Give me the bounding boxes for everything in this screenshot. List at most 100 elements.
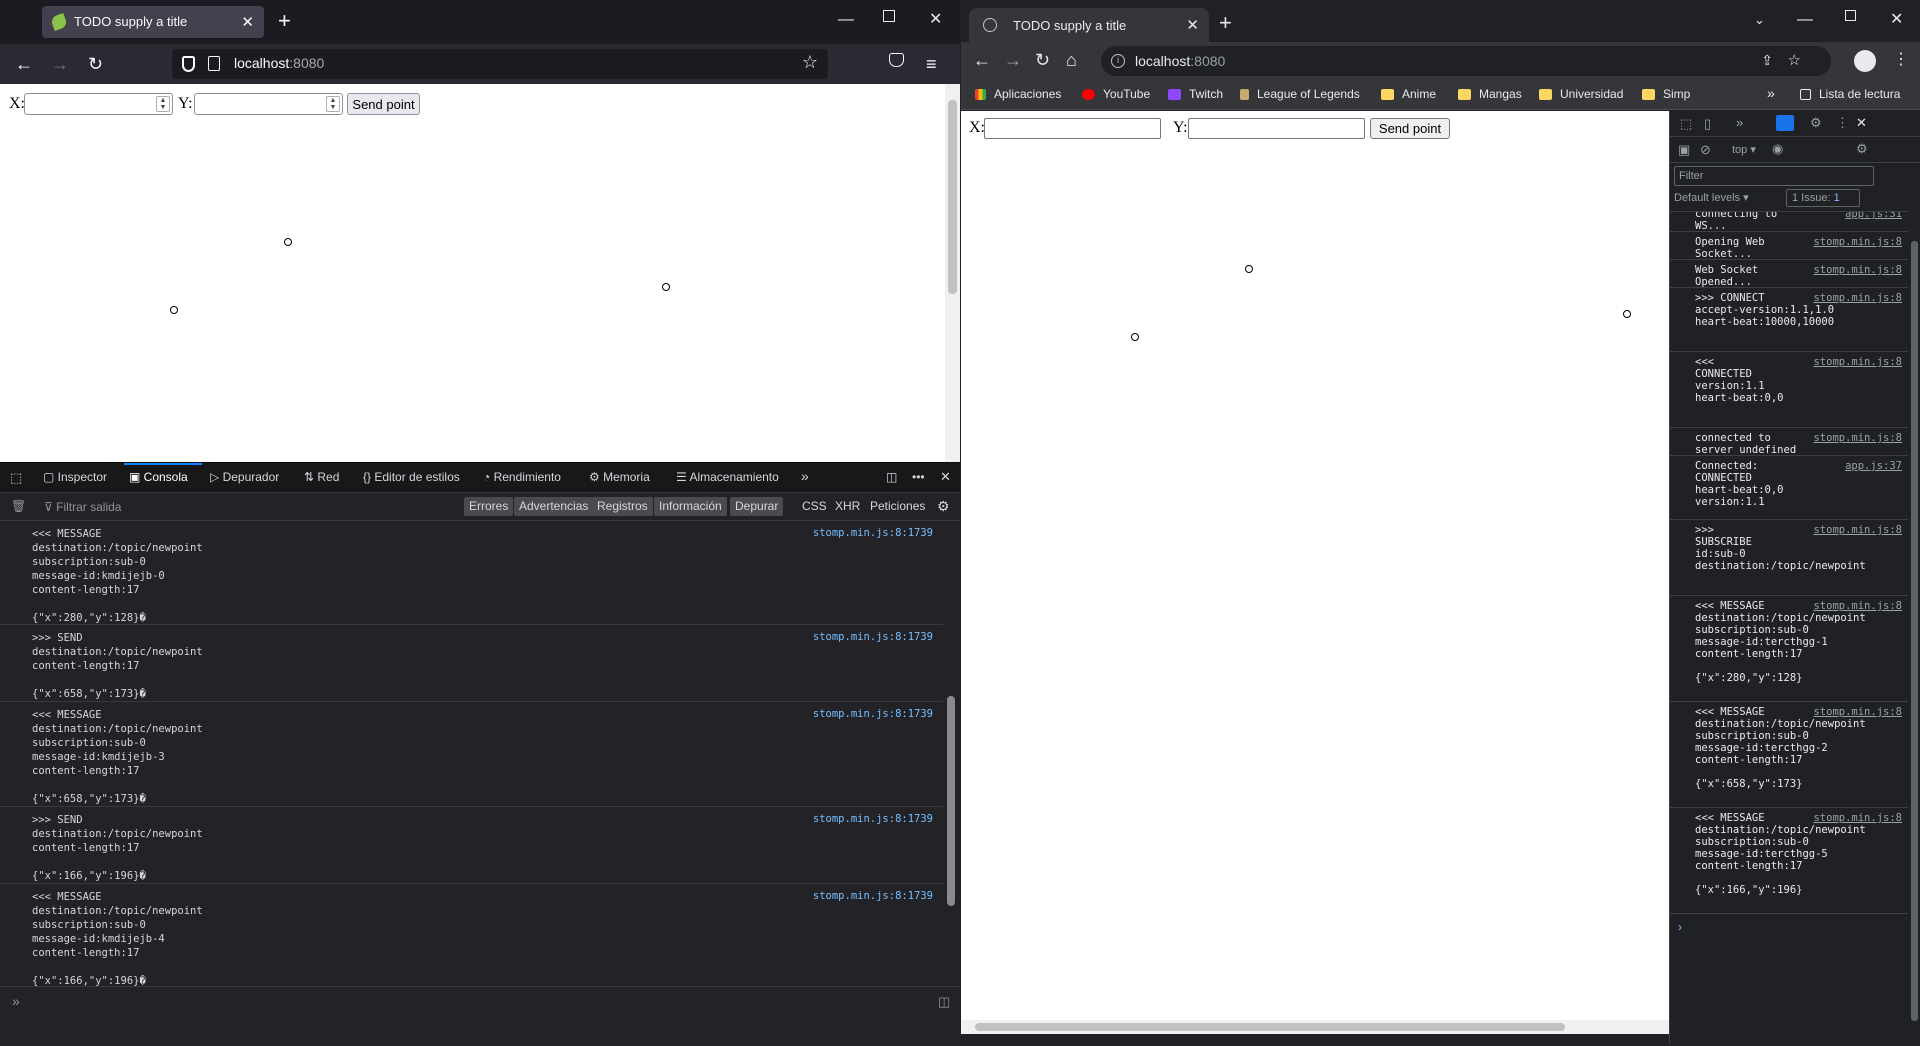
filter-xhr-button[interactable]: XHR <box>830 497 865 516</box>
tab-memory[interactable]: ⚙ Memoria <box>589 470 650 484</box>
chrome-menu-icon[interactable]: ⋮ <box>1893 49 1909 71</box>
log-source-link[interactable]: stomp.min.js:8 <box>1813 236 1902 248</box>
device-toolbar-icon[interactable]: ▯ <box>1704 116 1711 132</box>
log-source-link[interactable]: app.js:31 <box>1845 212 1902 220</box>
maximize-icon[interactable] <box>1845 10 1856 21</box>
send-point-button[interactable]: Send point <box>347 93 420 115</box>
back-icon[interactable]: ← <box>973 49 991 71</box>
bookmark-mangas[interactable]: Mangas <box>1458 87 1522 101</box>
tab-inspector[interactable]: ▢ Inspector <box>43 470 107 484</box>
inspect-element-icon[interactable]: ⬚ <box>1680 116 1692 132</box>
context-selector[interactable]: top ▾ <box>1732 143 1756 156</box>
x-input[interactable]: ▲ ▼ <box>24 93 173 115</box>
console-panel-icon[interactable] <box>1776 115 1794 131</box>
tab-performance[interactable]: ◔ Rendimiento <box>483 470 561 484</box>
filter-warnings-button[interactable]: Advertencias <box>514 497 594 516</box>
bookmark-apps[interactable]: Aplicaciones <box>975 87 1061 101</box>
dock-icon[interactable]: ◫ <box>886 470 897 484</box>
more-panels-icon[interactable]: » <box>1736 115 1743 130</box>
filter-debug-button[interactable]: Depurar <box>730 497 784 516</box>
trash-icon[interactable]: 🗑 <box>11 499 26 513</box>
menu-icon[interactable]: ≡ <box>926 52 937 76</box>
bookmark-star-icon[interactable]: ☆ <box>802 52 818 73</box>
url-text[interactable]: localhost:8080 <box>234 55 324 71</box>
editor-mode-icon[interactable]: ◫ <box>938 994 950 1010</box>
log-source-link[interactable]: stomp.min.js:8:1739 <box>813 708 933 720</box>
console-settings-icon[interactable]: ⚙ <box>937 498 950 515</box>
tab-debugger[interactable]: ▷ Depurador <box>210 470 279 484</box>
tab-console[interactable]: ▣ Consola <box>129 470 188 484</box>
reading-list[interactable]: Lista de lectura <box>1800 87 1900 101</box>
log-source-link[interactable]: stomp.min.js:8 <box>1813 264 1902 276</box>
tracking-shield-icon[interactable] <box>182 56 195 72</box>
devtools-menu-icon[interactable]: ⋮ <box>1836 115 1849 131</box>
devtools-settings-icon[interactable]: ⚙ <box>1810 115 1822 131</box>
more-bookmarks-icon[interactable]: » <box>1767 85 1775 101</box>
log-source-link[interactable]: stomp.min.js:8 <box>1813 432 1902 444</box>
close-tab-icon[interactable]: ✕ <box>1186 16 1199 34</box>
options-icon[interactable]: ••• <box>912 470 925 484</box>
back-icon[interactable]: ← <box>15 52 33 76</box>
scrollbar-thumb[interactable] <box>1911 241 1918 1021</box>
maximize-icon[interactable] <box>883 10 895 22</box>
log-source-link[interactable]: stomp.min.js:8:1739 <box>813 631 933 643</box>
more-tabs-icon[interactable]: » <box>801 468 809 484</box>
page-info-icon[interactable] <box>208 56 220 71</box>
chrome-tab[interactable]: TODO supply a title ✕ <box>969 8 1209 42</box>
close-window-icon[interactable]: ✕ <box>1890 8 1903 32</box>
y-spinner[interactable]: ▲ ▼ <box>326 96 340 112</box>
bookmark-simp[interactable]: Simp <box>1642 87 1690 101</box>
filter-output-input[interactable]: ⊽ Filtrar salida <box>44 500 121 514</box>
tab-search-icon[interactable]: ⌄ <box>1754 8 1765 32</box>
pocket-icon[interactable] <box>889 53 904 67</box>
send-point-button[interactable]: Send point <box>1370 118 1450 139</box>
bookmark-twitch[interactable]: Twitch <box>1168 87 1223 101</box>
site-info-icon[interactable]: i <box>1111 54 1125 68</box>
firefox-tab[interactable]: TODO supply a title ✕ <box>42 6 264 38</box>
log-source-link[interactable]: stomp.min.js:8 <box>1813 524 1902 536</box>
filter-logs-button[interactable]: Registros <box>592 497 653 516</box>
filter-css-button[interactable]: CSS <box>797 497 832 516</box>
log-source-link[interactable]: stomp.min.js:8:1739 <box>813 527 933 539</box>
scrollbar-thumb[interactable] <box>975 1023 1565 1031</box>
y-input[interactable]: ▲ ▼ <box>194 93 343 115</box>
bookmark-universidad[interactable]: Universidad <box>1539 87 1623 101</box>
close-tab-icon[interactable]: ✕ <box>241 13 254 31</box>
scrollbar-thumb[interactable] <box>948 100 957 294</box>
x-spinner[interactable]: ▲ ▼ <box>156 96 170 112</box>
log-source-link[interactable]: stomp.min.js:8 <box>1813 292 1902 304</box>
console-filter-input[interactable]: Filter <box>1674 166 1874 186</box>
console-settings-icon[interactable]: ⚙ <box>1856 141 1868 157</box>
live-expression-icon[interactable]: ◉ <box>1772 141 1783 157</box>
filter-info-button[interactable]: Información <box>654 497 727 516</box>
minimize-icon[interactable]: — <box>838 8 854 32</box>
close-devtools-icon[interactable]: ✕ <box>940 469 951 485</box>
x-input[interactable] <box>984 118 1161 139</box>
console-scrollbar[interactable] <box>943 521 960 986</box>
bookmark-star-icon[interactable]: ☆ <box>1788 51 1801 69</box>
issues-button[interactable]: 1 Issue: 1 <box>1786 189 1860 207</box>
new-tab-icon[interactable]: + <box>278 8 291 34</box>
log-source-link[interactable]: stomp.min.js:8 <box>1813 812 1902 824</box>
page-scrollbar[interactable] <box>945 84 960 462</box>
scrollbar-thumb[interactable] <box>947 696 955 906</box>
tab-style-editor[interactable]: {} Editor de estilos <box>363 470 460 484</box>
console-scrollbar[interactable] <box>1908 211 1920 1045</box>
home-icon[interactable]: ⌂ <box>1066 49 1077 71</box>
clear-console-icon[interactable]: ⊘ <box>1700 142 1711 158</box>
url-text[interactable]: localhost:8080 <box>1135 53 1225 69</box>
forward-icon[interactable]: → <box>51 52 69 76</box>
close-window-icon[interactable]: ✕ <box>929 8 942 32</box>
console-input[interactable]: » ◫ <box>0 986 960 1046</box>
page-horizontal-scrollbar[interactable] <box>961 1020 1669 1034</box>
log-levels-dropdown[interactable]: Default levels ▾ <box>1674 191 1749 204</box>
element-picker-icon[interactable]: ⬚ <box>10 470 22 486</box>
log-source-link[interactable]: stomp.min.js:8 <box>1813 600 1902 612</box>
url-bar[interactable]: localhost:8080 ☆ <box>172 49 828 79</box>
y-input[interactable] <box>1188 118 1365 139</box>
close-devtools-icon[interactable]: ✕ <box>1856 115 1867 131</box>
minimize-icon[interactable]: — <box>1797 8 1813 32</box>
avatar[interactable] <box>1854 50 1876 72</box>
omnibox[interactable]: i localhost:8080 ⇪ ☆ <box>1101 46 1831 76</box>
reload-icon[interactable]: ↻ <box>1035 49 1050 71</box>
